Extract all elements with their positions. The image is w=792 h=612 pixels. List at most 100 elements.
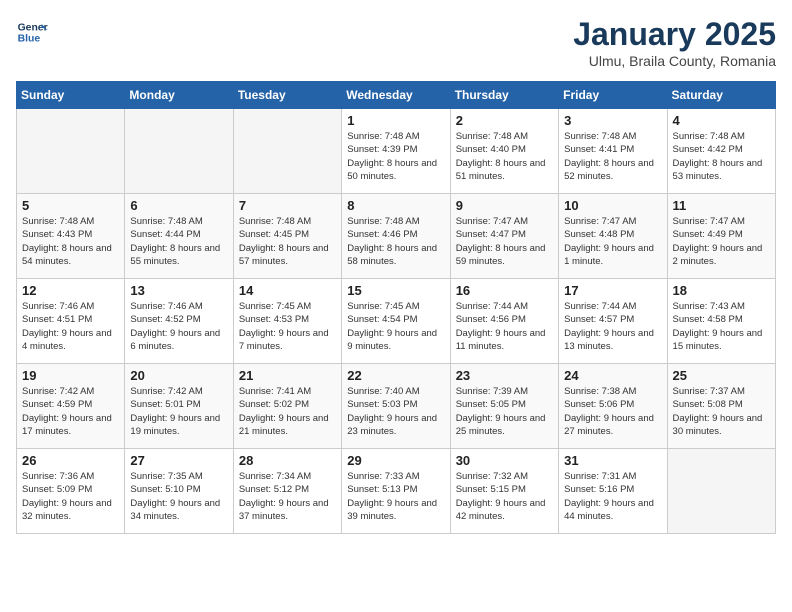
logo-icon: General Blue — [16, 16, 48, 48]
weekday-header-wednesday: Wednesday — [342, 82, 450, 109]
day-info: Sunrise: 7:42 AMSunset: 4:59 PMDaylight:… — [22, 385, 119, 438]
day-info: Sunrise: 7:35 AMSunset: 5:10 PMDaylight:… — [130, 470, 227, 523]
day-number: 8 — [347, 198, 444, 213]
day-number: 16 — [456, 283, 553, 298]
calendar-cell: 17 Sunrise: 7:44 AMSunset: 4:57 PMDaylig… — [559, 279, 667, 364]
calendar-week-5: 26 Sunrise: 7:36 AMSunset: 5:09 PMDaylig… — [17, 449, 776, 534]
day-number: 9 — [456, 198, 553, 213]
calendar-table: SundayMondayTuesdayWednesdayThursdayFrid… — [16, 81, 776, 534]
calendar-cell — [233, 109, 341, 194]
day-number: 30 — [456, 453, 553, 468]
calendar-cell: 28 Sunrise: 7:34 AMSunset: 5:12 PMDaylig… — [233, 449, 341, 534]
day-number: 22 — [347, 368, 444, 383]
day-info: Sunrise: 7:46 AMSunset: 4:52 PMDaylight:… — [130, 300, 227, 353]
day-number: 7 — [239, 198, 336, 213]
day-number: 18 — [673, 283, 770, 298]
calendar-cell: 6 Sunrise: 7:48 AMSunset: 4:44 PMDayligh… — [125, 194, 233, 279]
day-info: Sunrise: 7:48 AMSunset: 4:44 PMDaylight:… — [130, 215, 227, 268]
day-info: Sunrise: 7:34 AMSunset: 5:12 PMDaylight:… — [239, 470, 336, 523]
day-number: 11 — [673, 198, 770, 213]
day-number: 26 — [22, 453, 119, 468]
calendar-cell: 26 Sunrise: 7:36 AMSunset: 5:09 PMDaylig… — [17, 449, 125, 534]
day-info: Sunrise: 7:41 AMSunset: 5:02 PMDaylight:… — [239, 385, 336, 438]
day-info: Sunrise: 7:33 AMSunset: 5:13 PMDaylight:… — [347, 470, 444, 523]
day-info: Sunrise: 7:48 AMSunset: 4:42 PMDaylight:… — [673, 130, 770, 183]
day-number: 4 — [673, 113, 770, 128]
weekday-header-tuesday: Tuesday — [233, 82, 341, 109]
calendar-cell: 11 Sunrise: 7:47 AMSunset: 4:49 PMDaylig… — [667, 194, 775, 279]
day-number: 13 — [130, 283, 227, 298]
day-number: 12 — [22, 283, 119, 298]
day-info: Sunrise: 7:48 AMSunset: 4:41 PMDaylight:… — [564, 130, 661, 183]
day-number: 15 — [347, 283, 444, 298]
weekday-header-monday: Monday — [125, 82, 233, 109]
calendar-cell: 24 Sunrise: 7:38 AMSunset: 5:06 PMDaylig… — [559, 364, 667, 449]
calendar-cell: 9 Sunrise: 7:47 AMSunset: 4:47 PMDayligh… — [450, 194, 558, 279]
day-info: Sunrise: 7:48 AMSunset: 4:40 PMDaylight:… — [456, 130, 553, 183]
day-info: Sunrise: 7:43 AMSunset: 4:58 PMDaylight:… — [673, 300, 770, 353]
calendar-cell: 30 Sunrise: 7:32 AMSunset: 5:15 PMDaylig… — [450, 449, 558, 534]
calendar-cell: 20 Sunrise: 7:42 AMSunset: 5:01 PMDaylig… — [125, 364, 233, 449]
day-info: Sunrise: 7:48 AMSunset: 4:45 PMDaylight:… — [239, 215, 336, 268]
title-block: January 2025 Ulmu, Braila County, Romani… — [573, 16, 776, 69]
day-info: Sunrise: 7:45 AMSunset: 4:53 PMDaylight:… — [239, 300, 336, 353]
calendar-cell: 5 Sunrise: 7:48 AMSunset: 4:43 PMDayligh… — [17, 194, 125, 279]
calendar-cell: 27 Sunrise: 7:35 AMSunset: 5:10 PMDaylig… — [125, 449, 233, 534]
month-title: January 2025 — [573, 16, 776, 53]
calendar-cell — [125, 109, 233, 194]
day-info: Sunrise: 7:45 AMSunset: 4:54 PMDaylight:… — [347, 300, 444, 353]
day-info: Sunrise: 7:47 AMSunset: 4:47 PMDaylight:… — [456, 215, 553, 268]
day-number: 19 — [22, 368, 119, 383]
day-info: Sunrise: 7:46 AMSunset: 4:51 PMDaylight:… — [22, 300, 119, 353]
calendar-cell: 7 Sunrise: 7:48 AMSunset: 4:45 PMDayligh… — [233, 194, 341, 279]
day-number: 28 — [239, 453, 336, 468]
day-info: Sunrise: 7:38 AMSunset: 5:06 PMDaylight:… — [564, 385, 661, 438]
calendar-week-4: 19 Sunrise: 7:42 AMSunset: 4:59 PMDaylig… — [17, 364, 776, 449]
calendar-cell: 18 Sunrise: 7:43 AMSunset: 4:58 PMDaylig… — [667, 279, 775, 364]
weekday-header-saturday: Saturday — [667, 82, 775, 109]
weekday-header-friday: Friday — [559, 82, 667, 109]
calendar-cell: 22 Sunrise: 7:40 AMSunset: 5:03 PMDaylig… — [342, 364, 450, 449]
calendar-cell: 3 Sunrise: 7:48 AMSunset: 4:41 PMDayligh… — [559, 109, 667, 194]
calendar-cell: 13 Sunrise: 7:46 AMSunset: 4:52 PMDaylig… — [125, 279, 233, 364]
calendar-cell: 19 Sunrise: 7:42 AMSunset: 4:59 PMDaylig… — [17, 364, 125, 449]
calendar-cell: 23 Sunrise: 7:39 AMSunset: 5:05 PMDaylig… — [450, 364, 558, 449]
svg-text:Blue: Blue — [18, 34, 41, 45]
day-number: 21 — [239, 368, 336, 383]
calendar-week-2: 5 Sunrise: 7:48 AMSunset: 4:43 PMDayligh… — [17, 194, 776, 279]
day-info: Sunrise: 7:39 AMSunset: 5:05 PMDaylight:… — [456, 385, 553, 438]
day-info: Sunrise: 7:32 AMSunset: 5:15 PMDaylight:… — [456, 470, 553, 523]
day-info: Sunrise: 7:47 AMSunset: 4:49 PMDaylight:… — [673, 215, 770, 268]
weekday-header-row: SundayMondayTuesdayWednesdayThursdayFrid… — [17, 82, 776, 109]
calendar-cell — [17, 109, 125, 194]
calendar-cell: 14 Sunrise: 7:45 AMSunset: 4:53 PMDaylig… — [233, 279, 341, 364]
day-number: 14 — [239, 283, 336, 298]
calendar-cell: 12 Sunrise: 7:46 AMSunset: 4:51 PMDaylig… — [17, 279, 125, 364]
calendar-cell: 15 Sunrise: 7:45 AMSunset: 4:54 PMDaylig… — [342, 279, 450, 364]
day-number: 25 — [673, 368, 770, 383]
day-number: 23 — [456, 368, 553, 383]
day-info: Sunrise: 7:48 AMSunset: 4:39 PMDaylight:… — [347, 130, 444, 183]
calendar-cell: 4 Sunrise: 7:48 AMSunset: 4:42 PMDayligh… — [667, 109, 775, 194]
calendar-cell: 25 Sunrise: 7:37 AMSunset: 5:08 PMDaylig… — [667, 364, 775, 449]
calendar-cell: 10 Sunrise: 7:47 AMSunset: 4:48 PMDaylig… — [559, 194, 667, 279]
day-info: Sunrise: 7:31 AMSunset: 5:16 PMDaylight:… — [564, 470, 661, 523]
calendar-cell: 8 Sunrise: 7:48 AMSunset: 4:46 PMDayligh… — [342, 194, 450, 279]
day-number: 5 — [22, 198, 119, 213]
page-header: General Blue January 2025 Ulmu, Braila C… — [16, 16, 776, 69]
day-info: Sunrise: 7:36 AMSunset: 5:09 PMDaylight:… — [22, 470, 119, 523]
calendar-cell — [667, 449, 775, 534]
day-info: Sunrise: 7:37 AMSunset: 5:08 PMDaylight:… — [673, 385, 770, 438]
day-number: 2 — [456, 113, 553, 128]
logo: General Blue — [16, 16, 48, 48]
day-info: Sunrise: 7:44 AMSunset: 4:56 PMDaylight:… — [456, 300, 553, 353]
day-number: 20 — [130, 368, 227, 383]
calendar-week-1: 1 Sunrise: 7:48 AMSunset: 4:39 PMDayligh… — [17, 109, 776, 194]
day-info: Sunrise: 7:48 AMSunset: 4:46 PMDaylight:… — [347, 215, 444, 268]
day-info: Sunrise: 7:48 AMSunset: 4:43 PMDaylight:… — [22, 215, 119, 268]
day-number: 1 — [347, 113, 444, 128]
weekday-header-thursday: Thursday — [450, 82, 558, 109]
day-number: 10 — [564, 198, 661, 213]
calendar-cell: 2 Sunrise: 7:48 AMSunset: 4:40 PMDayligh… — [450, 109, 558, 194]
day-number: 27 — [130, 453, 227, 468]
